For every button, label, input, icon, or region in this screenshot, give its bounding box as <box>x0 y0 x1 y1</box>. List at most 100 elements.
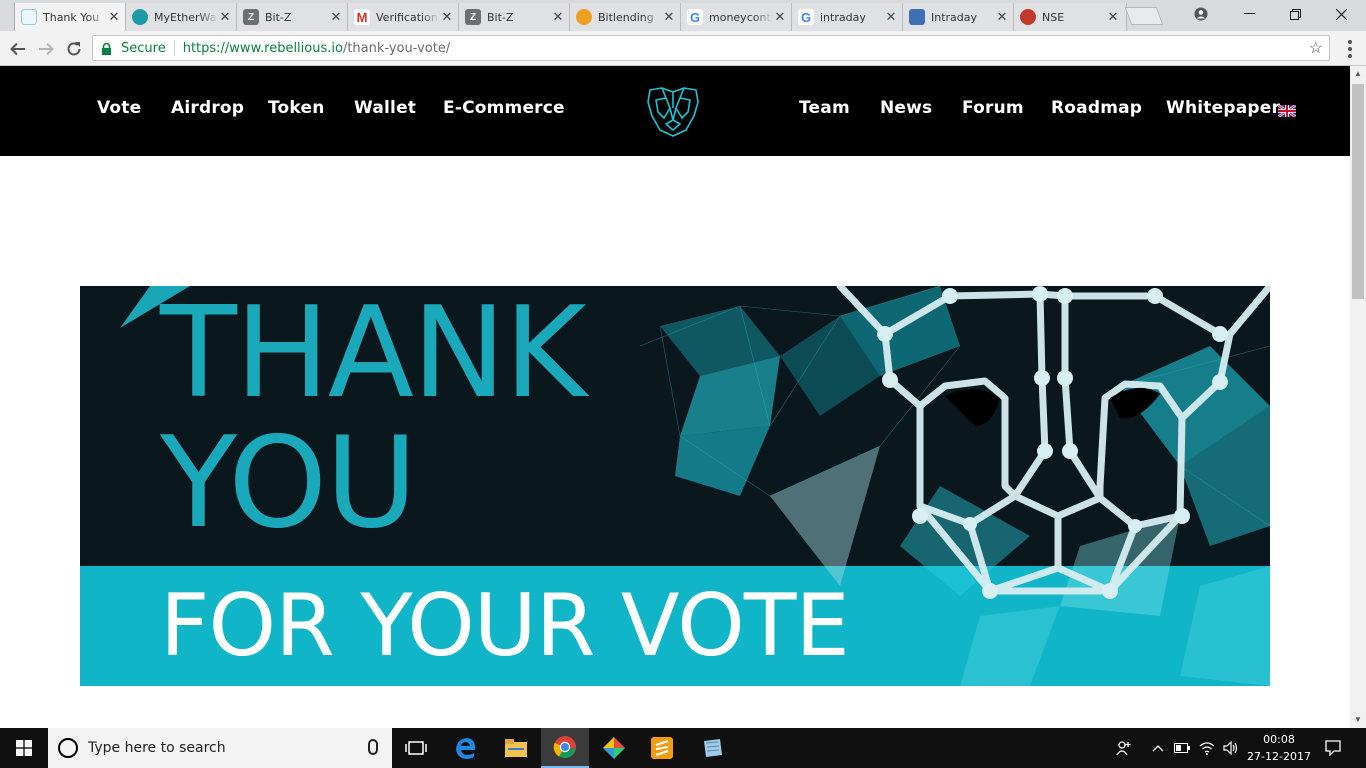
microphone-icon[interactable] <box>368 739 378 755</box>
profile-icon[interactable] <box>1178 0 1224 28</box>
tab-intraday[interactable]: Intraday ✕ <box>902 3 1016 31</box>
nse-favicon-icon <box>1020 9 1036 25</box>
minimize-icon[interactable] <box>1226 0 1272 28</box>
edge-browser-icon[interactable] <box>442 728 490 768</box>
bitz-favicon-icon: Z <box>465 9 481 25</box>
forward-arrow-icon[interactable] <box>34 37 58 61</box>
scroll-up-arrow-icon[interactable]: ▲ <box>1350 66 1366 82</box>
tab-title: NSE <box>1042 10 1065 24</box>
tab-intraday-search[interactable]: G intraday ✕ <box>791 3 905 31</box>
nav-vote[interactable]: Vote <box>97 98 141 118</box>
banner-you-text: YOU <box>160 409 417 556</box>
windows-taskbar: Type here to search 00:08 27-12-2017 <box>0 728 1366 768</box>
nav-team[interactable]: Team <box>799 98 850 118</box>
tray-chevron-up-icon[interactable] <box>1148 728 1168 768</box>
bitlending-favicon-icon <box>576 9 592 25</box>
rebellious-favicon-icon <box>21 9 37 25</box>
tab-verification[interactable]: M Verification ✕ <box>347 3 461 31</box>
gmail-favicon-icon: M <box>354 9 370 25</box>
nav-wallet[interactable]: Wallet <box>354 98 416 118</box>
tab-title: moneycontrol <box>709 10 773 24</box>
browser-toolbar: Secure https://www.rebellious.io/thank-y… <box>0 31 1366 66</box>
nav-forum[interactable]: Forum <box>962 98 1024 118</box>
taskbar-search-box[interactable]: Type here to search <box>48 728 392 768</box>
secure-label: Secure <box>121 40 166 56</box>
tab-close-icon[interactable]: ✕ <box>662 9 676 25</box>
tab-close-icon[interactable]: ✕ <box>884 9 898 25</box>
tab-bitz[interactable]: Z Bit-Z ✕ <box>236 3 350 31</box>
thank-you-banner: THANK YOU FOR YOUR VOTE <box>80 286 1270 686</box>
tab-close-icon[interactable]: ✕ <box>440 9 454 25</box>
url-path: /thank-you-vote/ <box>342 40 451 56</box>
tab-close-icon[interactable]: ✕ <box>551 9 565 25</box>
scroll-down-arrow-icon[interactable]: ▼ <box>1350 712 1366 728</box>
wifi-icon[interactable] <box>1196 728 1218 768</box>
tab-bitz-2[interactable]: Z Bit-Z ✕ <box>458 3 572 31</box>
clock-date: 27-12-2017 <box>1247 750 1311 763</box>
banner-for-your-vote-text: FOR YOUR VOTE <box>160 576 850 676</box>
chrome-menu-icon[interactable] <box>1340 37 1360 61</box>
tab-close-icon[interactable]: ✕ <box>1106 9 1120 25</box>
banner-thank-text: THANK <box>160 286 587 426</box>
site-navigation: Vote Airdrop Token Wallet E-Commerce Tea… <box>0 66 1350 156</box>
cheetah-logo-icon[interactable] <box>646 86 700 138</box>
tab-close-icon[interactable]: ✕ <box>329 9 343 25</box>
tab-thank-you[interactable]: Thank You ✕ <box>14 3 128 31</box>
browser-tab-strip: Thank You ✕ MyEtherWallet ✕ Z Bit-Z ✕ M … <box>0 0 1366 31</box>
uk-flag-icon[interactable] <box>1277 104 1297 118</box>
new-tab-button[interactable] <box>1124 7 1164 25</box>
nav-token[interactable]: Token <box>268 98 325 118</box>
reload-icon[interactable] <box>62 37 86 61</box>
tab-close-icon[interactable]: ✕ <box>773 9 787 25</box>
task-view-icon[interactable] <box>392 728 440 768</box>
sublime-text-icon[interactable] <box>638 728 686 768</box>
cortana-icon <box>58 738 78 758</box>
nav-whitepaper[interactable]: Whitepaper <box>1166 98 1280 118</box>
clock-time: 00:08 <box>1263 733 1295 746</box>
url-text[interactable]: https://www.rebellious.io/thank-you-vote… <box>183 41 451 56</box>
nav-airdrop[interactable]: Airdrop <box>171 98 244 118</box>
battery-icon[interactable] <box>1172 728 1192 768</box>
app-diamond-icon[interactable] <box>590 728 638 768</box>
bookmark-star-icon[interactable]: ☆ <box>1309 38 1323 58</box>
windows-start-icon[interactable] <box>0 728 48 768</box>
tab-close-icon[interactable]: ✕ <box>218 9 232 25</box>
close-window-icon[interactable] <box>1318 0 1364 28</box>
nav-ecommerce[interactable]: E-Commerce <box>443 98 565 118</box>
restore-icon[interactable] <box>1272 0 1318 28</box>
bitz-favicon-icon: Z <box>243 9 259 25</box>
action-center-icon[interactable] <box>1320 728 1346 768</box>
scrollbar-thumb[interactable] <box>1352 84 1364 299</box>
tab-myetherwallet[interactable]: MyEtherWallet ✕ <box>125 3 239 31</box>
tab-title: Thank You <box>43 10 100 24</box>
nav-news[interactable]: News <box>880 98 932 118</box>
myetherwallet-favicon-icon <box>132 9 148 25</box>
tab-title: MyEtherWallet <box>154 10 218 24</box>
google-favicon-icon: G <box>687 9 703 25</box>
nav-roadmap[interactable]: Roadmap <box>1051 98 1142 118</box>
people-icon[interactable] <box>1112 728 1136 768</box>
tab-moneycontrol[interactable]: G moneycontrol ✕ <box>680 3 794 31</box>
chrome-taskbar-icon[interactable] <box>541 728 589 768</box>
chart-favicon-icon <box>909 9 925 25</box>
tab-title: Bit-Z <box>265 10 292 24</box>
url-host: https://www.rebellious.io <box>182 40 343 56</box>
file-explorer-icon[interactable] <box>492 728 540 768</box>
tab-close-icon[interactable]: ✕ <box>107 9 121 25</box>
tab-nse[interactable]: NSE ✕ <box>1013 3 1127 31</box>
notes-app-icon[interactable] <box>688 728 736 768</box>
lock-icon <box>101 42 113 55</box>
volume-icon[interactable] <box>1220 728 1242 768</box>
web-page: Vote Airdrop Token Wallet E-Commerce Tea… <box>0 66 1350 728</box>
tab-bitlending[interactable]: Bitlending ✕ <box>569 3 683 31</box>
google-favicon-icon: G <box>798 9 814 25</box>
tab-title: intraday <box>820 10 866 24</box>
system-clock[interactable]: 00:08 27-12-2017 <box>1244 731 1314 765</box>
omnibox-divider <box>173 40 175 56</box>
search-placeholder: Type here to search <box>88 740 226 756</box>
page-scrollbar[interactable]: ▲ ▼ <box>1350 66 1366 728</box>
back-arrow-icon[interactable] <box>6 37 30 61</box>
tab-title: Bit-Z <box>487 10 514 24</box>
tab-close-icon[interactable]: ✕ <box>995 9 1009 25</box>
address-bar[interactable]: Secure https://www.rebellious.io/thank-y… <box>92 35 1330 61</box>
